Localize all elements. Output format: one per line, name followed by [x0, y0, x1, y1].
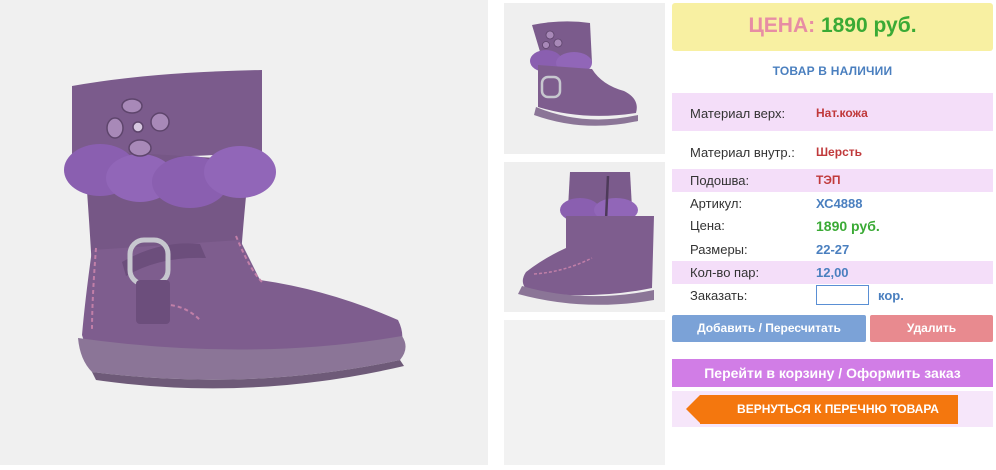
spec-key: Материал внутр.:	[690, 145, 795, 160]
boot-thumb-1	[530, 21, 638, 126]
spec-row-price: Цена: 1890 руб.	[672, 215, 993, 238]
thumbnail-side-view[interactable]	[504, 3, 665, 154]
spec-row-sole: Подошва: ТЭП	[672, 169, 993, 192]
price-value: 1890 руб.	[820, 14, 917, 37]
boot-illustration	[64, 70, 406, 389]
product-info-panel: ЦЕНА: 1890 руб. ТОВАР В НАЛИЧИИ Материал…	[672, 3, 993, 427]
spec-value: 22-27	[816, 242, 850, 257]
spec-value: Нат.кожа	[816, 106, 868, 120]
spec-row-article: Артикул: ХС4888	[672, 192, 993, 215]
main-product-image[interactable]	[0, 0, 488, 465]
price-label: ЦЕНА:	[748, 14, 816, 37]
back-to-list-button[interactable]: ВЕРНУТЬСЯ К ПЕРЕЧНЮ ТОВАРА	[686, 395, 958, 424]
spec-key: Подошва:	[690, 173, 750, 188]
stock-status: ТОВАР В НАЛИЧИИ	[772, 64, 893, 78]
spec-value: 12,00	[816, 265, 849, 280]
order-quantity-input[interactable]	[816, 285, 869, 305]
boot-thumb-2	[518, 172, 654, 305]
spec-key: Артикул:	[690, 196, 743, 211]
order-row: Заказать: кор.	[672, 284, 993, 307]
back-button-wrap: ВЕРНУТЬСЯ К ПЕРЕЧНЮ ТОВАРА	[672, 391, 993, 427]
order-unit: кор.	[878, 288, 904, 303]
spec-value: ХС4888	[816, 196, 863, 211]
spec-row-upper-material: Материал верх: Нат.кожа	[672, 93, 993, 131]
thumbnail-empty[interactable]	[504, 320, 665, 465]
spec-row-sizes: Размеры: 22-27	[672, 238, 993, 261]
spec-value: 1890 руб.	[816, 218, 880, 234]
spec-key: Материал верх:	[690, 106, 786, 121]
price-banner: ЦЕНА: 1890 руб.	[672, 3, 993, 51]
spec-key: Размеры:	[690, 242, 748, 257]
thumbnail-inner-view[interactable]	[504, 162, 665, 312]
add-recalculate-button[interactable]: Добавить / Пересчитать	[672, 315, 866, 342]
go-to-cart-button[interactable]: Перейти в корзину / Оформить заказ	[672, 359, 993, 387]
spec-value: Шерсть	[816, 145, 862, 159]
spec-row-inner-material: Материал внутр.: Шерсть	[672, 131, 993, 169]
spec-row-pairs: Кол-во пар: 12,00	[672, 261, 993, 284]
spec-table: Материал верх: Нат.кожа Материал внутр.:…	[672, 93, 993, 307]
spec-key: Кол-во пар:	[690, 265, 760, 280]
spec-value: ТЭП	[816, 173, 841, 187]
order-label: Заказать:	[690, 288, 748, 303]
spec-key: Цена:	[690, 218, 725, 233]
delete-button[interactable]: Удалить	[870, 315, 993, 342]
